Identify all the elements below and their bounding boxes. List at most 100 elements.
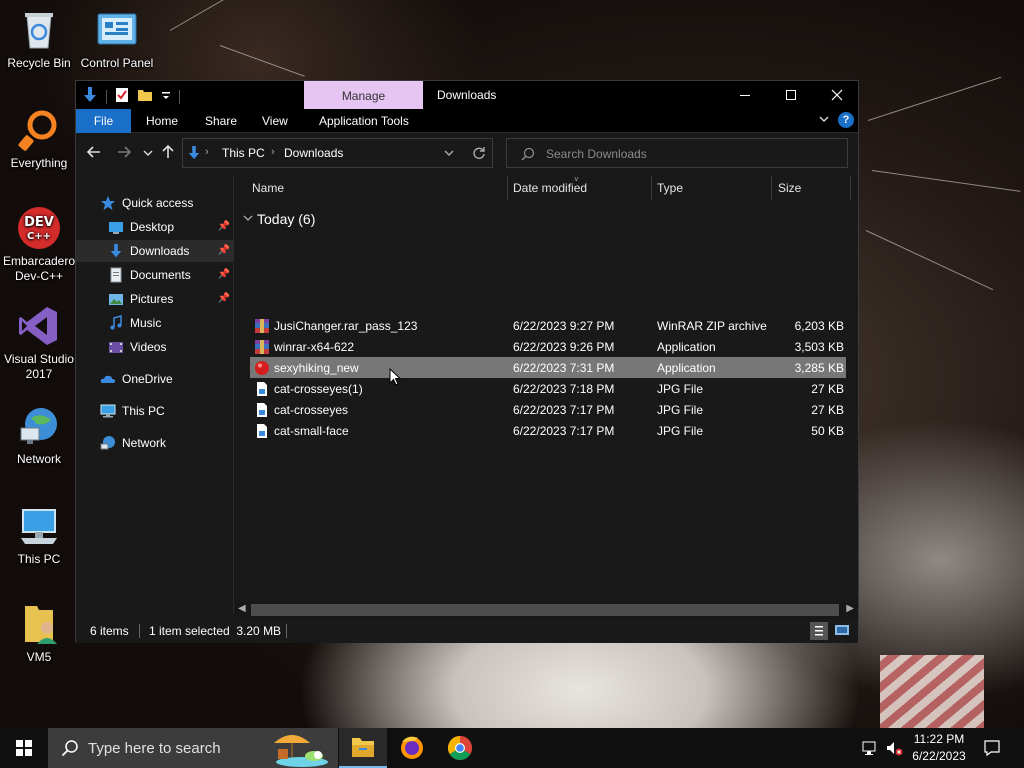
horizontal-scrollbar[interactable]: ◀ ▶ — [234, 602, 858, 619]
properties-icon[interactable] — [115, 87, 129, 106]
column-separator[interactable] — [651, 176, 652, 200]
nav-item-this-pc[interactable]: This PC — [76, 400, 233, 422]
item-count: 6 items — [90, 624, 129, 638]
address-bar[interactable]: › This PC › Downloads — [182, 138, 493, 168]
help-icon[interactable]: ? — [838, 112, 854, 128]
nav-item-quick-access[interactable]: Quick access — [76, 192, 233, 214]
nav-item-label: OneDrive — [122, 372, 173, 386]
desktop-icon-recycle-bin[interactable]: Recycle Bin — [0, 8, 78, 71]
desktop-icon-vm5[interactable]: VM5 — [0, 602, 78, 665]
large-icons-view-icon[interactable] — [834, 622, 852, 640]
tab-home[interactable]: Home — [146, 109, 178, 133]
toolbar-separator — [179, 89, 180, 104]
column-header-name[interactable]: Name — [252, 176, 284, 200]
desktop-icon-label: Recycle Bin — [7, 56, 71, 70]
group-collapse-chevron-icon[interactable] — [243, 213, 253, 226]
column-separator[interactable] — [771, 176, 772, 200]
desktop-icon-control-panel[interactable]: Control Panel — [78, 8, 156, 71]
customize-toolbar-icon[interactable] — [161, 88, 171, 105]
search-input[interactable]: Search Downloads — [506, 138, 848, 168]
chevron-down-icon — [143, 150, 153, 156]
nav-item-videos[interactable]: Videos — [76, 336, 233, 358]
action-center-icon[interactable] — [983, 739, 1001, 757]
minimize-button[interactable] — [722, 81, 768, 109]
desktop-icon-devcpp[interactable]: DEV C++ Embarcadero Dev-C++ — [0, 206, 78, 284]
nav-item-label: Quick access — [122, 196, 194, 210]
address-dropdown-icon[interactable] — [443, 147, 455, 162]
breadcrumb-chevron-icon: › — [205, 146, 209, 158]
pin-icon[interactable]: 📌 — [218, 221, 230, 232]
status-separator — [139, 624, 140, 638]
file-row[interactable]: cat-small-face 6/22/2023 7:17 PM JPG Fil… — [250, 420, 846, 441]
nav-item-label: Desktop — [130, 220, 175, 234]
back-button[interactable] — [84, 144, 104, 164]
file-row[interactable]: cat-crosseyes(1) 6/22/2023 7:18 PM JPG F… — [250, 378, 846, 399]
scroll-left-icon[interactable]: ◀ — [238, 603, 246, 614]
taskbar-file-explorer[interactable] — [339, 728, 387, 768]
nav-item-downloads[interactable]: Downloads 📌 — [76, 240, 233, 262]
nav-item-onedrive[interactable]: OneDrive — [76, 368, 233, 390]
nav-item-documents[interactable]: Documents 📌 — [76, 264, 233, 286]
column-separator[interactable] — [850, 176, 851, 200]
downloads-arrow-icon[interactable] — [82, 86, 98, 107]
pin-icon[interactable]: 📌 — [218, 293, 230, 304]
column-header-size[interactable]: Size — [778, 176, 801, 200]
tab-manage[interactable]: Manage — [304, 81, 423, 110]
file-row[interactable]: cat-crosseyes 6/22/2023 7:17 PM JPG File… — [250, 399, 846, 420]
title-bar[interactable]: Manage Downloads — [76, 81, 860, 110]
nav-item-pictures[interactable]: Pictures 📌 — [76, 288, 233, 310]
tab-view[interactable]: View — [262, 109, 288, 133]
desktop-icon-this-pc[interactable]: This PC — [0, 504, 78, 567]
taskbar-search-box[interactable]: Type here to search — [48, 728, 338, 768]
new-folder-icon[interactable] — [137, 88, 153, 105]
desktop-icon-label: VM5 — [26, 650, 52, 664]
desktop-icon-everything[interactable]: Everything — [0, 108, 78, 171]
tab-file[interactable]: File — [76, 109, 131, 133]
system-clock[interactable]: 11:22 PM 6/22/2023 — [908, 731, 970, 765]
column-header-type[interactable]: Type — [657, 176, 683, 200]
desktop-icon-network[interactable]: Network — [0, 404, 78, 467]
downloads-arrow-icon — [187, 145, 201, 164]
scrollbar-thumb[interactable] — [251, 604, 839, 616]
refresh-icon[interactable] — [472, 146, 486, 163]
maximize-button[interactable] — [768, 81, 814, 109]
forward-button[interactable] — [114, 144, 134, 164]
expand-ribbon-chevron-icon[interactable] — [818, 113, 830, 128]
visual-studio-icon — [17, 304, 61, 348]
scroll-right-icon[interactable]: ▶ — [846, 603, 854, 614]
close-icon — [831, 89, 843, 101]
close-button[interactable] — [814, 81, 860, 109]
file-date: 6/22/2023 7:18 PM — [513, 382, 615, 396]
nav-item-music[interactable]: Music — [76, 312, 233, 334]
volume-muted-icon[interactable] — [885, 739, 903, 757]
file-row-selected[interactable]: sexyhiking_new 6/22/2023 7:31 PM Applica… — [250, 357, 846, 378]
start-button[interactable] — [0, 728, 48, 768]
desktop-icon-label: Visual Studio 2017 — [4, 352, 74, 381]
file-row[interactable]: winrar-x64-622 6/22/2023 9:26 PM Applica… — [250, 336, 846, 357]
breadcrumb-downloads[interactable]: Downloads — [284, 146, 343, 160]
recent-locations-button[interactable] — [138, 144, 158, 164]
group-header-today[interactable]: Today (6) — [257, 211, 315, 227]
file-size: 3,503 KB — [794, 340, 844, 354]
file-size: 6,203 KB — [794, 319, 844, 333]
nav-item-network[interactable]: Network — [76, 432, 233, 454]
star-icon — [100, 195, 116, 211]
breadcrumb-this-pc[interactable]: This PC — [222, 146, 265, 160]
nav-item-label: Downloads — [130, 244, 190, 258]
network-status-icon[interactable] — [862, 739, 880, 757]
taskbar-chrome[interactable] — [436, 728, 484, 768]
pin-icon[interactable]: 📌 — [218, 269, 230, 280]
tab-share[interactable]: Share — [205, 109, 237, 133]
pin-icon[interactable]: 📌 — [218, 245, 230, 256]
column-separator[interactable] — [507, 176, 508, 200]
firefox-icon — [401, 736, 423, 759]
tab-application-tools[interactable]: Application Tools — [319, 109, 409, 133]
jpg-file-icon — [254, 402, 270, 418]
up-button[interactable] — [158, 144, 178, 164]
nav-item-desktop[interactable]: Desktop 📌 — [76, 216, 233, 238]
details-view-icon[interactable] — [810, 622, 828, 640]
taskbar-firefox[interactable] — [388, 728, 436, 768]
desktop-icon-visual-studio[interactable]: Visual Studio 2017 — [0, 304, 78, 382]
file-row[interactable]: JusiChanger.rar_pass_123 6/22/2023 9:27 … — [250, 315, 846, 336]
ribbon-tabs: File Home Share View Application Tools ? — [76, 109, 858, 133]
